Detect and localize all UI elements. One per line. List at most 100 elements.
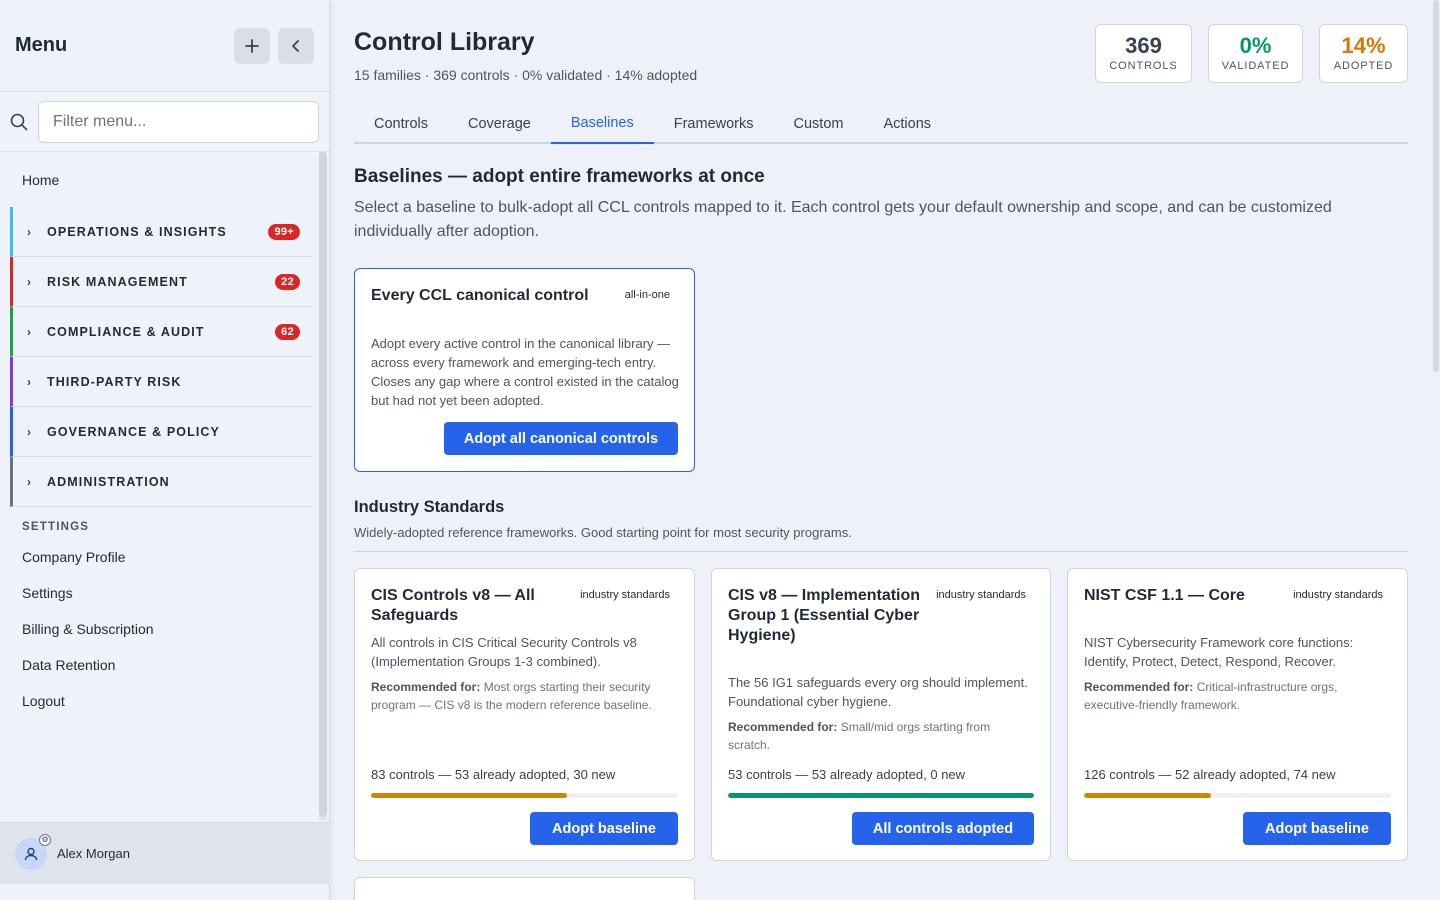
sidebar-item-company-profile[interactable]: Company Profile bbox=[0, 539, 314, 575]
user-footer[interactable]: ⚙ Alex Morgan bbox=[0, 822, 330, 884]
main-content: Control Library 15 families · 369 contro… bbox=[354, 0, 1408, 900]
scrollbar-thumb[interactable] bbox=[319, 152, 327, 817]
adopt-baseline-button[interactable]: Adopt baseline bbox=[1243, 812, 1391, 845]
card-description: All controls in CIS Critical Security Co… bbox=[371, 635, 637, 669]
sidebar-title: Menu bbox=[15, 34, 68, 56]
recommended-label: Recommended for: bbox=[371, 680, 481, 694]
card-title: NIST CSF 1.1 — Core bbox=[1084, 587, 1245, 604]
sidebar-item-data-retention[interactable]: Data Retention bbox=[0, 647, 314, 683]
sidebar-group-label: COMPLIANCE & AUDIT bbox=[47, 324, 205, 339]
chevron-right-icon: › bbox=[27, 474, 33, 489]
chevron-right-icon: › bbox=[27, 374, 33, 389]
progress-fill bbox=[728, 793, 1034, 798]
card-tag: industry standards bbox=[1293, 589, 1383, 601]
industry-standards-title: Industry Standards bbox=[354, 498, 505, 516]
card-description: Adopt every active control in the canoni… bbox=[371, 336, 679, 408]
user-name: Alex Morgan bbox=[57, 846, 130, 861]
tab-coverage[interactable]: Coverage bbox=[448, 104, 551, 144]
card-tag: all-in-one bbox=[624, 289, 670, 301]
progress-fill bbox=[371, 793, 568, 798]
sidebar-group-risk-management[interactable]: › RISK MANAGEMENT 22 bbox=[10, 257, 312, 307]
tab-actions[interactable]: Actions bbox=[863, 104, 951, 144]
card-title: CIS Controls v8 — All Safeguards bbox=[371, 587, 535, 624]
stat-adopted: 14% ADOPTED bbox=[1319, 24, 1408, 83]
sidebar-item-billing[interactable]: Billing & Subscription bbox=[0, 611, 314, 647]
divider bbox=[354, 551, 1408, 552]
progress-bar bbox=[728, 793, 1034, 798]
tab-baselines[interactable]: Baselines bbox=[550, 104, 654, 144]
page-title: Control Library bbox=[354, 28, 535, 56]
gear-icon: ⚙ bbox=[39, 833, 51, 846]
baseline-card-cis-v8-ig1: CIS v8 — Implementation Group 1 (Essenti… bbox=[711, 568, 1051, 861]
progress-bar bbox=[371, 793, 678, 798]
avatar[interactable]: ⚙ bbox=[15, 833, 51, 870]
card-recommendation: Recommended for: Small/mid orgs starting… bbox=[728, 718, 1028, 754]
sidebar-group-label: ADMINISTRATION bbox=[47, 474, 170, 489]
page-subtitle: 15 families · 369 controls · 0% validate… bbox=[354, 67, 698, 83]
sidebar-group-governance-policy[interactable]: › GOVERNANCE & POLICY bbox=[10, 407, 312, 457]
progress-bar bbox=[1084, 793, 1391, 798]
filter-menu-input[interactable] bbox=[38, 100, 319, 143]
baseline-card-cis-v8-all: CIS Controls v8 — All Safeguards industr… bbox=[354, 568, 695, 861]
sidebar-nav: Home › OPERATIONS & INSIGHTS 99+ › RISK … bbox=[0, 152, 314, 820]
sidebar-item-logout[interactable]: Logout bbox=[0, 683, 314, 719]
sidebar-group-administration[interactable]: › ADMINISTRATION bbox=[10, 457, 312, 507]
card-title: Every CCL canonical control bbox=[371, 287, 589, 304]
sidebar-header: Menu bbox=[0, 0, 329, 92]
add-button[interactable] bbox=[234, 27, 270, 64]
sidebar-group-third-party-risk[interactable]: › THIRD-PARTY RISK bbox=[10, 357, 312, 407]
sidebar-group-label: THIRD-PARTY RISK bbox=[47, 374, 182, 389]
chevron-right-icon: › bbox=[27, 224, 33, 239]
count-badge: 99+ bbox=[268, 223, 300, 240]
stat-controls: 369 CONTROLS bbox=[1095, 24, 1192, 83]
adopt-all-canonical-button[interactable]: Adopt all canonical controls bbox=[444, 422, 678, 455]
all-controls-adopted-button[interactable]: All controls adopted bbox=[852, 812, 1034, 845]
tab-bar: Controls Coverage Baselines Frameworks C… bbox=[354, 104, 1408, 144]
recommended-label: Recommended for: bbox=[1084, 680, 1194, 694]
sidebar-scrollbar[interactable] bbox=[319, 152, 327, 820]
count-badge: 62 bbox=[275, 323, 300, 340]
card-count: 53 controls — 53 already adopted, 0 new bbox=[728, 767, 966, 782]
sidebar-group-operations-insights[interactable]: › OPERATIONS & INSIGHTS 99+ bbox=[10, 207, 312, 257]
stat-validated: 0% VALIDATED bbox=[1208, 24, 1303, 83]
card-recommendation: Recommended for: Most orgs starting thei… bbox=[371, 678, 676, 714]
main-scrollbar[interactable] bbox=[1432, 0, 1440, 900]
adopt-baseline-button[interactable]: Adopt baseline bbox=[530, 812, 678, 845]
stat-value: 14% bbox=[1341, 33, 1386, 58]
chevron-left-icon bbox=[292, 39, 299, 52]
card-count: 83 controls — 53 already adopted, 30 new bbox=[371, 767, 616, 782]
baselines-title: Baselines — adopt entire frameworks at o… bbox=[354, 166, 765, 187]
count-badge: 22 bbox=[275, 273, 300, 290]
user-icon bbox=[24, 847, 38, 860]
recommended-label: Recommended for: bbox=[728, 720, 838, 734]
sidebar: Menu Home › OPERATIONS & INSIGHTS 99+ › … bbox=[0, 0, 330, 900]
card-description: NIST Cybersecurity Framework core functi… bbox=[1084, 635, 1354, 669]
sidebar-search bbox=[0, 92, 329, 152]
sidebar-item-settings[interactable]: Settings bbox=[0, 575, 314, 611]
tab-controls[interactable]: Controls bbox=[354, 104, 448, 144]
card-tag: industry standards bbox=[936, 589, 1026, 601]
sidebar-group-label: RISK MANAGEMENT bbox=[47, 274, 188, 289]
baseline-card-next bbox=[354, 877, 695, 900]
stat-label: CONTROLS bbox=[1109, 60, 1178, 72]
tab-custom[interactable]: Custom bbox=[774, 104, 864, 144]
baselines-description: Select a baseline to bulk-adopt all CCL … bbox=[354, 199, 1332, 240]
chevron-right-icon: › bbox=[27, 424, 33, 439]
sidebar-item-home[interactable]: Home bbox=[0, 152, 314, 207]
card-recommendation: Recommended for: Critical-infrastructure… bbox=[1084, 678, 1389, 714]
industry-standards-description: Widely-adopted reference frameworks. Goo… bbox=[354, 525, 852, 540]
stat-value: 0% bbox=[1239, 33, 1272, 58]
tab-frameworks[interactable]: Frameworks bbox=[654, 104, 774, 144]
card-count: 126 controls — 52 already adopted, 74 ne… bbox=[1084, 767, 1336, 782]
collapse-sidebar-button[interactable] bbox=[278, 27, 314, 64]
sidebar-group-compliance-audit[interactable]: › COMPLIANCE & AUDIT 62 bbox=[10, 307, 312, 357]
sidebar-group-label: OPERATIONS & INSIGHTS bbox=[47, 224, 227, 239]
stat-label: VALIDATED bbox=[1221, 60, 1290, 72]
settings-section-header: SETTINGS bbox=[22, 521, 90, 533]
card-tag: industry standards bbox=[580, 589, 670, 601]
scrollbar-thumb[interactable] bbox=[1433, 0, 1439, 372]
sidebar-group-label: GOVERNANCE & POLICY bbox=[47, 424, 220, 439]
canonical-card: Every CCL canonical control all-in-one A… bbox=[354, 268, 695, 472]
plus-icon bbox=[245, 38, 259, 53]
search-icon bbox=[10, 113, 38, 131]
